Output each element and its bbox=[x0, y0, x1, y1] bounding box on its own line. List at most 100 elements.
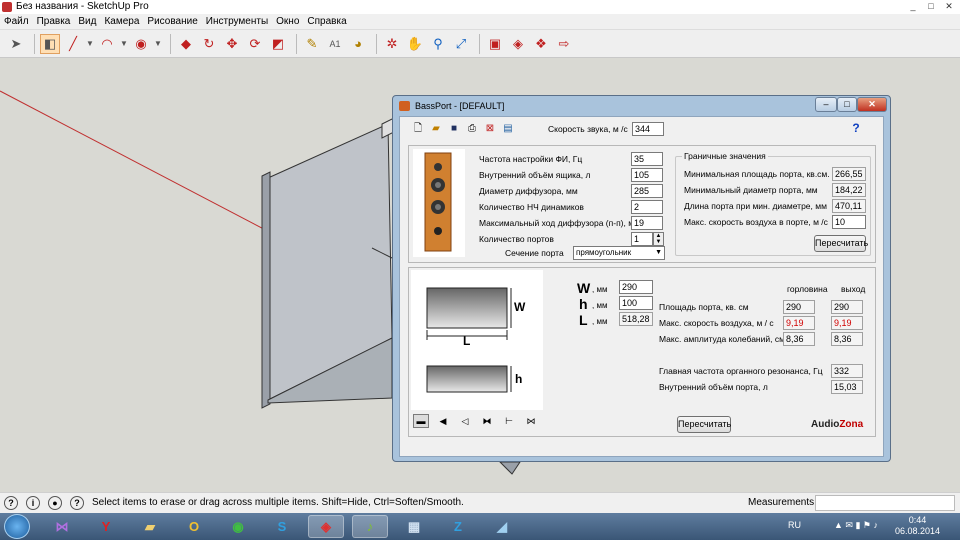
port-height-input[interactable]: 100 bbox=[619, 296, 653, 310]
measurements-label: Measurements bbox=[748, 497, 815, 508]
bassport-title: BassPort - [DEFAULT] bbox=[415, 101, 505, 111]
minimize-button[interactable]: _ bbox=[906, 0, 920, 12]
limit-label: Макс. скорость воздуха в порте, м /с bbox=[684, 217, 828, 227]
delete-icon[interactable]: ⊠ bbox=[484, 123, 496, 135]
calculator-icon[interactable]: ▤ bbox=[502, 123, 514, 135]
move-tool-icon[interactable]: ✥ bbox=[222, 34, 242, 54]
components-icon[interactable]: ❖ bbox=[531, 34, 551, 54]
line-dropdown-icon[interactable]: ▼ bbox=[86, 34, 94, 54]
geo-location-icon[interactable]: ? bbox=[4, 496, 18, 510]
scale-tool-icon[interactable]: ◩ bbox=[268, 34, 288, 54]
bassport-close-button[interactable]: ✕ bbox=[857, 97, 887, 112]
measurements-input[interactable] bbox=[815, 495, 955, 511]
woofer-count-input[interactable]: 2 bbox=[631, 200, 663, 214]
eraser-tool-icon[interactable]: ◧ bbox=[40, 33, 60, 54]
sound-speed-input[interactable]: 344 bbox=[632, 122, 664, 136]
close-button[interactable]: ✕ bbox=[942, 0, 956, 12]
opera-icon[interactable]: O bbox=[176, 515, 212, 538]
tray-icons[interactable]: ▲ ✉ ▮ ⚑ ♪ bbox=[834, 520, 878, 531]
dim-w-letter: W bbox=[577, 280, 591, 296]
extension-icon[interactable]: ⇨ bbox=[554, 34, 574, 54]
zoom-extents-tool-icon[interactable]: ⤢ bbox=[451, 34, 471, 54]
param-label: Частота настройки ФИ, Гц bbox=[479, 154, 583, 164]
zona-icon[interactable]: Z bbox=[440, 515, 476, 538]
max-air-speed-input[interactable]: 10 bbox=[832, 215, 866, 229]
maximize-button[interactable]: □ bbox=[924, 0, 938, 12]
open-folder-icon[interactable]: ▰ bbox=[430, 123, 442, 135]
line-tool-icon[interactable]: ╱ bbox=[63, 34, 83, 54]
calculator-taskbar-icon[interactable]: ▦ bbox=[396, 515, 432, 538]
box-bottom-corner bbox=[498, 461, 521, 475]
text-tool-icon[interactable]: A1 bbox=[325, 34, 345, 54]
menu-tools[interactable]: Инструменты bbox=[202, 14, 272, 29]
diagram-length-label: L bbox=[463, 334, 471, 348]
save-icon[interactable]: ■ bbox=[448, 123, 460, 135]
instructor-icon[interactable]: ? bbox=[70, 496, 84, 510]
print-icon[interactable]: ⎙ bbox=[466, 123, 478, 135]
tuning-frequency-input[interactable]: 35 bbox=[631, 152, 663, 166]
menu-camera[interactable]: Камера bbox=[100, 14, 143, 29]
pan-tool-icon[interactable]: ✋ bbox=[405, 34, 425, 54]
menu-draw[interactable]: Рисование bbox=[143, 14, 201, 29]
flared-port-icon[interactable]: ◀ bbox=[435, 414, 451, 428]
double-flare-port-icon[interactable]: ⧓ bbox=[479, 414, 495, 428]
tape-measure-tool-icon[interactable]: ✎ bbox=[302, 34, 322, 54]
port-volume-label: Внутренний объём порта, л bbox=[659, 382, 768, 392]
snipping-tool-icon[interactable]: ◢ bbox=[484, 515, 520, 538]
share-model-icon[interactable]: ◈ bbox=[508, 34, 528, 54]
select-tool-icon[interactable]: ➤ bbox=[6, 34, 26, 54]
start-button[interactable] bbox=[4, 514, 30, 539]
chrome-icon[interactable]: ◉ bbox=[220, 515, 256, 538]
box-volume-input[interactable]: 105 bbox=[631, 168, 663, 182]
conical-port-icon[interactable]: ◁ bbox=[457, 414, 473, 428]
skype-icon[interactable]: S bbox=[264, 515, 300, 538]
clock[interactable]: 0:44 06.08.2014 bbox=[895, 515, 940, 537]
recalculate-limits-button[interactable]: Пересчитать bbox=[814, 235, 868, 252]
language-indicator[interactable]: RU bbox=[788, 520, 801, 530]
new-file-icon[interactable]: 🗋 bbox=[412, 123, 424, 135]
straight-port-icon[interactable]: ⊢ bbox=[501, 414, 517, 428]
recalculate-button[interactable]: Пересчитать bbox=[677, 416, 731, 433]
yandex-browser-icon[interactable]: Y bbox=[88, 515, 124, 538]
windows-taskbar: ⋈ Y ▰ O ◉ S ◈ ♪ ▦ Z ◢ RU ▲ ✉ ▮ ⚑ ♪ 0:44 … bbox=[0, 513, 960, 540]
result-label: Макс. амплитуда колебаний, см bbox=[659, 334, 785, 344]
credits-icon[interactable]: i bbox=[26, 496, 40, 510]
port-section-select[interactable]: прямоугольник ▼ bbox=[573, 246, 665, 260]
rotate-tool-icon[interactable]: ⟳ bbox=[245, 34, 265, 54]
cone-excursion-input[interactable]: 19 bbox=[631, 216, 663, 230]
menu-edit[interactable]: Правка bbox=[33, 14, 75, 29]
slot-port-icon[interactable]: ⋈ bbox=[523, 414, 539, 428]
cone-diameter-input[interactable]: 285 bbox=[631, 184, 663, 198]
menu-view[interactable]: Вид bbox=[74, 14, 100, 29]
help-icon[interactable]: ? bbox=[850, 122, 862, 134]
file-explorer-icon[interactable]: ▰ bbox=[132, 515, 168, 538]
port-section-value: прямоугольник bbox=[576, 248, 632, 257]
sketchup-app-icon bbox=[2, 2, 12, 12]
bassport-minimize-button[interactable]: – bbox=[815, 97, 837, 112]
port-count-input[interactable]: 1 bbox=[631, 232, 653, 246]
menu-file[interactable]: Файл bbox=[0, 14, 33, 29]
arc-tool-icon[interactable]: ◠ bbox=[97, 34, 117, 54]
paint-bucket-tool-icon[interactable]: ◕ bbox=[348, 34, 368, 54]
zoom-tool-icon[interactable]: ⚲ bbox=[428, 34, 448, 54]
shape-dropdown-icon[interactable]: ▼ bbox=[154, 34, 162, 54]
user-icon[interactable]: ● bbox=[48, 496, 62, 510]
menu-help[interactable]: Справка bbox=[303, 14, 350, 29]
bassport-maximize-button[interactable]: □ bbox=[837, 97, 857, 112]
push-pull-tool-icon[interactable]: ◆ bbox=[176, 34, 196, 54]
bassport-taskbar-icon[interactable]: ♪ bbox=[352, 515, 388, 538]
shape-tool-icon[interactable]: ◉ bbox=[131, 34, 151, 54]
menu-window[interactable]: Окно bbox=[272, 14, 303, 29]
warehouse-icon[interactable]: ▣ bbox=[485, 34, 505, 54]
amplitude-throat-value: 8,36 bbox=[783, 332, 815, 346]
rect-port-icon[interactable]: ▬ bbox=[413, 414, 429, 428]
offset-tool-icon[interactable]: ↻ bbox=[199, 34, 219, 54]
port-width-input[interactable]: 290 bbox=[619, 280, 653, 294]
sketchup-taskbar-icon[interactable]: ◈ bbox=[308, 515, 344, 538]
port-count-spinner[interactable]: ▲ ▼ bbox=[653, 232, 664, 246]
arc-dropdown-icon[interactable]: ▼ bbox=[120, 34, 128, 54]
toolbar-separator bbox=[296, 33, 297, 54]
visual-studio-icon[interactable]: ⋈ bbox=[44, 515, 80, 538]
orbit-tool-icon[interactable]: ✲ bbox=[382, 34, 402, 54]
port-diagram: W L h bbox=[411, 270, 543, 410]
